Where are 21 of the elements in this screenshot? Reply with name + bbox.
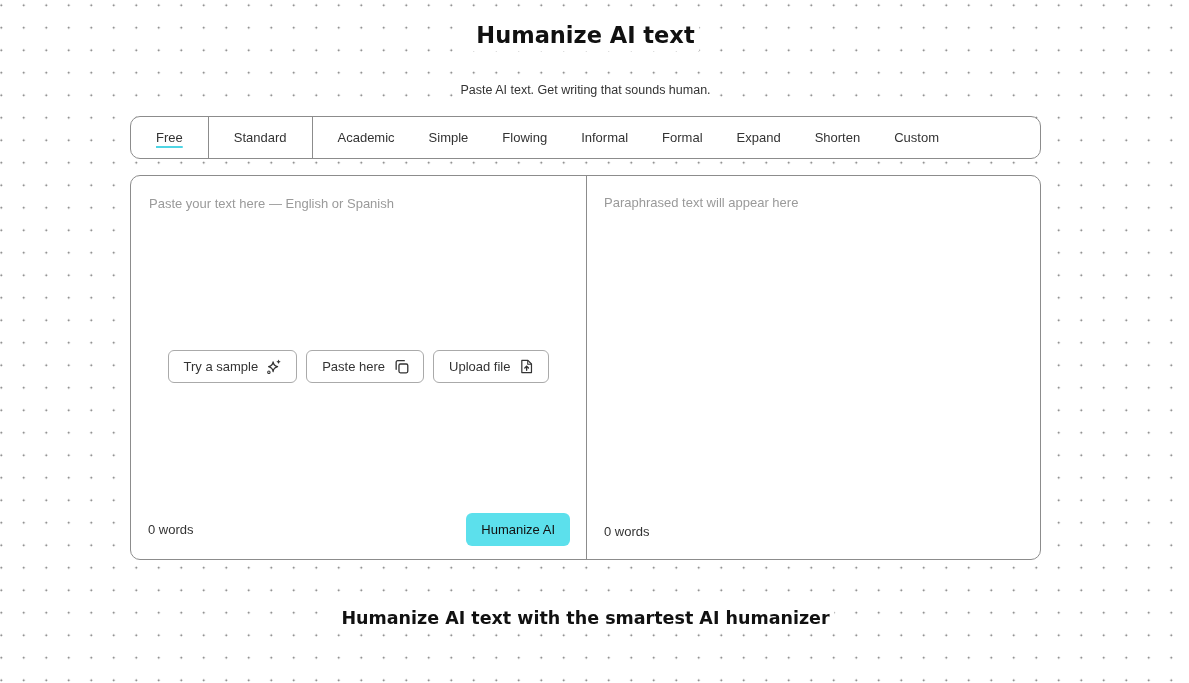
mode-tab[interactable]: Expand	[719, 124, 798, 151]
copy-icon	[394, 359, 410, 374]
word-count: 0 words	[604, 523, 650, 539]
upload-file-button[interactable]: Upload file	[433, 350, 550, 383]
mode-tab[interactable]: Free	[139, 124, 200, 151]
mode-tab[interactable]: Simple	[411, 124, 486, 151]
output-empty-message: Paraphrased text will appear here	[604, 194, 799, 212]
mode-tab[interactable]: Custom	[877, 124, 956, 151]
paste-button[interactable]: Paste here	[306, 350, 425, 383]
humanize-button[interactable]: Humanize AI	[466, 512, 570, 546]
mode-tab[interactable]: Shorten	[797, 124, 878, 151]
sparkle-icon	[267, 359, 283, 374]
mode-tab[interactable]: Academic	[320, 124, 412, 151]
file-upload-icon	[519, 359, 535, 374]
mode-tab[interactable]: Informal	[564, 124, 646, 151]
mode-tab[interactable]: Formal	[645, 124, 720, 151]
mode-tab[interactable]: Flowing	[485, 124, 565, 151]
mode-tab[interactable]: Standard	[216, 124, 304, 151]
try-sample-button[interactable]: Try a sample	[167, 350, 298, 383]
word-count: 0 words	[148, 521, 194, 537]
text-input-field[interactable]: Paste your text here — English or Spanish	[131, 176, 586, 316]
